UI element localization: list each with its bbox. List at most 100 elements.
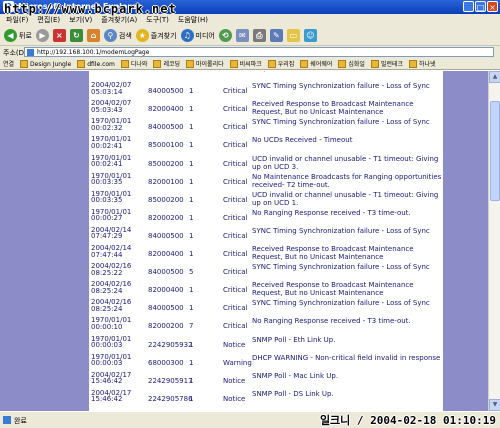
- log-message: No Ranging Response received - T3 time-o…: [252, 208, 411, 217]
- watermark-bottom: 일크니 / 2004-02-18 01:10:19: [319, 414, 496, 427]
- link-item[interactable]: 디나와: [120, 59, 147, 69]
- link-icon: [20, 60, 29, 68]
- print-icon[interactable]: ⎙: [252, 29, 266, 42]
- favorites-button[interactable]: ★ 즐겨찾기: [135, 29, 177, 42]
- log-message: No Ranging Response received - T3 time-o…: [252, 317, 411, 326]
- link-item[interactable]: 하나넷: [409, 59, 436, 69]
- scroll-down-button[interactable]: ▼: [489, 399, 500, 411]
- log-severity: Notice: [223, 394, 246, 403]
- log-event-id: 82000400: [148, 250, 184, 258]
- link-icon: [153, 60, 162, 68]
- log-time: 1970/01/01 00:00:03: [91, 334, 132, 349]
- close-button[interactable]: ×: [487, 1, 498, 12]
- links-bar: 연결 Design Jungle dfile.com 디나와 레코딩 마이롤리다…: [0, 59, 500, 70]
- link-item[interactable]: Design Jungle: [20, 59, 71, 69]
- log-time: 1970/01/01 00:03:35: [91, 189, 132, 205]
- maximize-button[interactable]: □: [475, 1, 486, 12]
- page-done-icon: [3, 416, 11, 424]
- log-severity: Critical: [223, 322, 248, 331]
- link-item[interactable]: 우리집: [267, 59, 294, 69]
- log-message: SYNC Timing Synchronization failure - Lo…: [252, 82, 430, 91]
- media-button[interactable]: ♫ 미디어: [180, 29, 215, 42]
- table-row: 2004/02/17 15:46:42 2242905786 1 Notice SNMP…: [89, 389, 443, 409]
- log-severity: Critical: [223, 231, 248, 240]
- search-button[interactable]: ⚲ 검색: [103, 29, 132, 42]
- scroll-up-button[interactable]: ▲: [489, 71, 500, 83]
- log-level: 1: [189, 394, 194, 403]
- log-level: 1: [189, 376, 194, 385]
- link-item[interactable]: 쉐어웨어: [300, 59, 332, 69]
- address-bar: 주소(D) http://192.168.100.1/modemLogPage: [0, 46, 500, 60]
- folder-icon[interactable]: ▭: [286, 29, 300, 42]
- log-message: No UCDs Received - Timeout: [252, 136, 353, 145]
- links-label: 연결: [3, 61, 15, 68]
- home-icon[interactable]: ⌂: [86, 29, 100, 42]
- log-level: 1: [189, 123, 194, 132]
- log-severity: Critical: [223, 123, 248, 132]
- table-row: 1970/01/01 00:03:35 85000200 1 Critical UCD …: [89, 189, 443, 210]
- log-time: 1970/01/01 00:02:41: [91, 153, 132, 168]
- log-message: SYNC Timing Synchronization failure - Lo…: [252, 299, 430, 308]
- watermark-top: http://www.bcpark.net: [4, 2, 177, 16]
- link-item[interactable]: 레코딩: [153, 59, 180, 69]
- stop-icon[interactable]: ×: [52, 29, 66, 42]
- link-item[interactable]: 빌런테크: [370, 59, 403, 69]
- log-level: 1: [189, 304, 194, 313]
- address-input[interactable]: http://192.168.100.1/modemLogPage: [24, 47, 494, 57]
- messenger-icon[interactable]: ☺: [303, 29, 317, 42]
- log-severity: Critical: [223, 159, 248, 168]
- link-item[interactable]: 비씨파크: [229, 59, 262, 69]
- log-time: 2004/02/16 08:25:24: [91, 298, 132, 313]
- table-row: 1970/01/01 00:00:03 68000300 1 Warning DHCP …: [89, 353, 443, 373]
- log-severity: Critical: [223, 141, 248, 150]
- log-event-id: 84000500: [148, 268, 184, 277]
- log-time: 2004/02/07 05:03:43: [91, 99, 132, 114]
- log-time: 2004/02/14 07:47:44: [91, 244, 132, 259]
- log-severity: Critical: [223, 87, 248, 96]
- table-row: 2004/02/07 05:03:43 82000400 1 Critical Rece…: [89, 100, 443, 119]
- back-button[interactable]: ◀ 뒤로: [4, 29, 32, 42]
- log-level: 7: [189, 322, 194, 331]
- link-item[interactable]: dfile.com: [77, 59, 115, 69]
- log-level: 1: [189, 358, 194, 367]
- log-level: 1: [189, 213, 194, 222]
- table-row: 2004/02/17 15:46:42 2242905917 1 Notice SNMP…: [89, 371, 443, 391]
- log-time: 1970/01/01 00:03:35: [91, 171, 132, 187]
- log-event-id: 2242905786: [148, 394, 193, 403]
- log-severity: Critical: [223, 177, 248, 186]
- log-event-id: 85000100: [148, 141, 184, 150]
- log-event-id: 85000200: [148, 159, 184, 168]
- back-arrow-icon: ◀: [4, 29, 17, 42]
- link-item[interactable]: 심화일: [338, 59, 365, 69]
- log-level: 1: [189, 231, 194, 240]
- log-severity: Notice: [223, 376, 246, 385]
- table-row: 2004/02/14 07:47:29 84000500 1 Critical SYNC…: [89, 226, 443, 246]
- mail-icon[interactable]: ✉: [235, 29, 249, 42]
- edit-icon[interactable]: ✎: [269, 29, 283, 42]
- log-table: 05:27:03Request, But no Unicast Maintena…: [89, 71, 443, 411]
- link-item[interactable]: 마이롤리다: [186, 59, 224, 69]
- log-message: Received Response to Broadcast Maintenan…: [252, 245, 414, 261]
- log-event-id: 84000500: [148, 87, 184, 96]
- scroll-thumb[interactable]: [490, 101, 500, 201]
- status-text: 완료: [14, 417, 27, 425]
- vertical-scrollbar[interactable]: ▲ ▼: [488, 71, 500, 411]
- log-event-id: 84000500: [148, 231, 184, 240]
- page-content: 05:27:03Request, But no Unicast Maintena…: [0, 71, 488, 411]
- log-level: 1: [189, 159, 194, 168]
- log-level: 5: [189, 268, 194, 277]
- log-level: 1: [189, 340, 194, 349]
- refresh-icon[interactable]: ↻: [69, 29, 83, 42]
- log-event-id: 2242905917: [148, 376, 193, 385]
- link-icon: [409, 60, 418, 68]
- log-level: 1: [189, 87, 194, 96]
- log-time: 2004/02/07 05:03:14: [91, 81, 132, 96]
- link-icon: [120, 60, 129, 68]
- menu-help[interactable]: 도움말(H): [178, 14, 208, 26]
- log-event-id: 82000200: [148, 213, 184, 222]
- log-time: 2004/02/16 08:25:24: [91, 280, 132, 295]
- history-icon[interactable]: ⟲: [218, 29, 232, 42]
- minimize-button[interactable]: _: [463, 1, 474, 12]
- forward-arrow-icon[interactable]: ▶: [35, 29, 49, 42]
- log-message: No Maintenance Broadcasts for Ranging op…: [252, 172, 442, 189]
